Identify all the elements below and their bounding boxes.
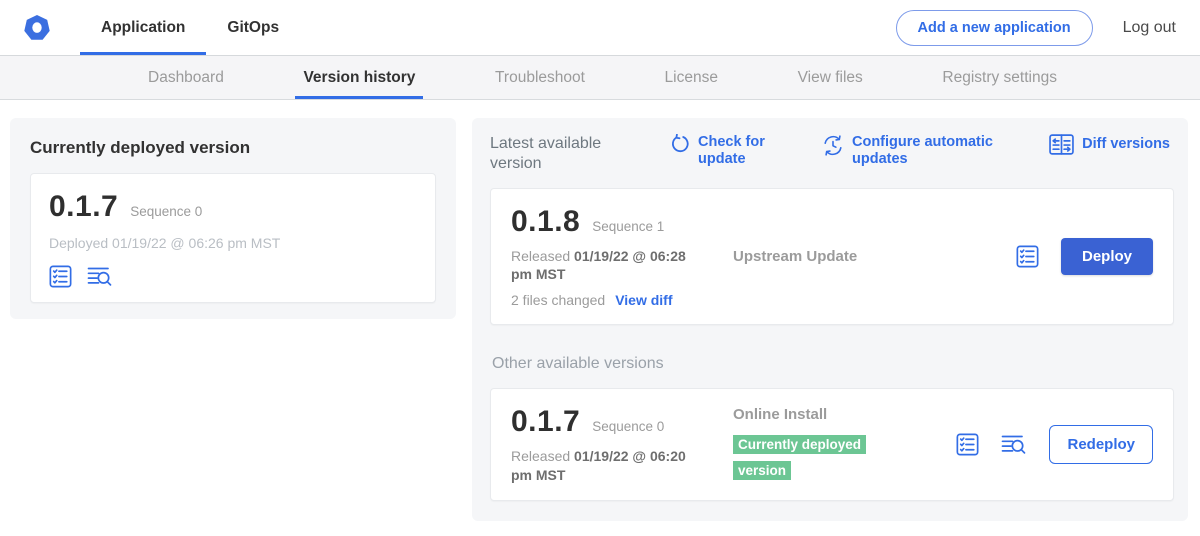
currently-deployed-badge: Currently deployed version (733, 435, 866, 480)
available-header: Latest available version Check for updat… (490, 134, 1174, 174)
released-prefix: Released (511, 248, 570, 264)
latest-released-line: Released 01/19/22 @ 06:28 pm MST (511, 247, 709, 283)
check-for-update-label: Check for update (698, 134, 780, 167)
other-source-column: Online Install Currently deployed versio… (733, 406, 951, 483)
subnav-registry-settings[interactable]: Registry settings (934, 56, 1065, 99)
files-changed-row: 2 files changed View diff (511, 292, 709, 308)
tab-gitops[interactable]: GitOps (206, 0, 300, 55)
tab-application[interactable]: Application (80, 0, 206, 55)
configure-auto-updates-link[interactable]: Configure automatic updates (822, 134, 1002, 167)
add-new-application-button[interactable]: Add a new application (896, 10, 1093, 46)
latest-sequence-label: Sequence 1 (592, 219, 664, 234)
top-header: Application GitOps Add a new application… (0, 0, 1200, 56)
logs-search-icon[interactable] (87, 265, 113, 288)
latest-version-info: 0.1.8 Sequence 1 Released 01/19/22 @ 06:… (511, 205, 709, 308)
subnav-view-files[interactable]: View files (790, 56, 871, 99)
replicated-logo[interactable] (22, 0, 52, 55)
latest-source-label: Upstream Update (733, 248, 951, 265)
other-available-title: Other available versions (492, 355, 1174, 373)
configure-auto-updates-label: Configure automatic updates (852, 134, 1002, 167)
latest-available-title: Latest available version (490, 134, 622, 174)
deployed-sequence-label: Sequence 0 (130, 204, 202, 219)
preflight-checklist-icon[interactable] (956, 433, 979, 456)
subnav-license[interactable]: License (657, 56, 726, 99)
other-source-label: Online Install (733, 406, 951, 423)
other-version-info: 0.1.7 Sequence 0 Released 01/19/22 @ 06:… (511, 405, 709, 483)
latest-version-number: 0.1.8 (511, 205, 580, 239)
currently-deployed-badge-wrap: Currently deployed version (733, 432, 885, 483)
view-diff-link[interactable]: View diff (615, 292, 672, 308)
tab-application-label: Application (101, 19, 185, 37)
currently-deployed-title: Currently deployed version (30, 138, 436, 158)
latest-source-column: Upstream Update (733, 248, 951, 265)
latest-actions: Deploy (1016, 238, 1153, 275)
app-subnav: Dashboard Version history Troubleshoot L… (0, 56, 1200, 100)
header-right: Add a new application Log out (896, 0, 1176, 55)
diff-versions-link[interactable]: Diff versions (1049, 134, 1170, 155)
other-released-line: Released 01/19/22 @ 06:20 pm MST (511, 447, 709, 483)
diff-versions-icon (1049, 134, 1074, 155)
available-versions-panel: Latest available version Check for updat… (472, 118, 1188, 521)
files-changed-label: 2 files changed (511, 292, 605, 308)
replicated-logo-icon (22, 13, 52, 43)
logs-search-icon[interactable] (1001, 433, 1027, 456)
other-sequence-label: Sequence 0 (592, 419, 664, 434)
tab-gitops-label: GitOps (227, 19, 279, 37)
deployed-actions (49, 265, 417, 288)
main-content: Currently deployed version 0.1.7 Sequenc… (0, 100, 1200, 521)
preflight-checklist-icon[interactable] (49, 265, 72, 288)
deploy-button[interactable]: Deploy (1061, 238, 1153, 275)
check-for-update-link[interactable]: Check for update (670, 134, 780, 167)
released-prefix: Released (511, 448, 570, 464)
auto-update-clock-icon (822, 134, 844, 156)
other-actions: Redeploy (956, 425, 1153, 464)
preflight-checklist-icon[interactable] (1016, 245, 1039, 268)
logout-link[interactable]: Log out (1123, 19, 1176, 37)
latest-version-card: 0.1.8 Sequence 1 Released 01/19/22 @ 06:… (490, 188, 1174, 325)
subnav-version-history[interactable]: Version history (295, 56, 423, 99)
subnav-troubleshoot[interactable]: Troubleshoot (487, 56, 593, 99)
other-version-card: 0.1.7 Sequence 0 Released 01/19/22 @ 06:… (490, 388, 1174, 500)
other-version-number: 0.1.7 (511, 405, 580, 439)
subnav-dashboard[interactable]: Dashboard (140, 56, 232, 99)
redeploy-button[interactable]: Redeploy (1049, 425, 1153, 464)
deployed-version-number: 0.1.7 (49, 190, 118, 224)
deployed-version-card: 0.1.7 Sequence 0 Deployed 01/19/22 @ 06:… (30, 173, 436, 303)
deployed-version-row: 0.1.7 Sequence 0 (49, 190, 417, 224)
refresh-icon (670, 134, 690, 154)
deployed-timestamp: Deployed 01/19/22 @ 06:26 pm MST (49, 235, 417, 251)
diff-versions-label: Diff versions (1082, 136, 1170, 153)
currently-deployed-panel: Currently deployed version 0.1.7 Sequenc… (10, 118, 456, 319)
